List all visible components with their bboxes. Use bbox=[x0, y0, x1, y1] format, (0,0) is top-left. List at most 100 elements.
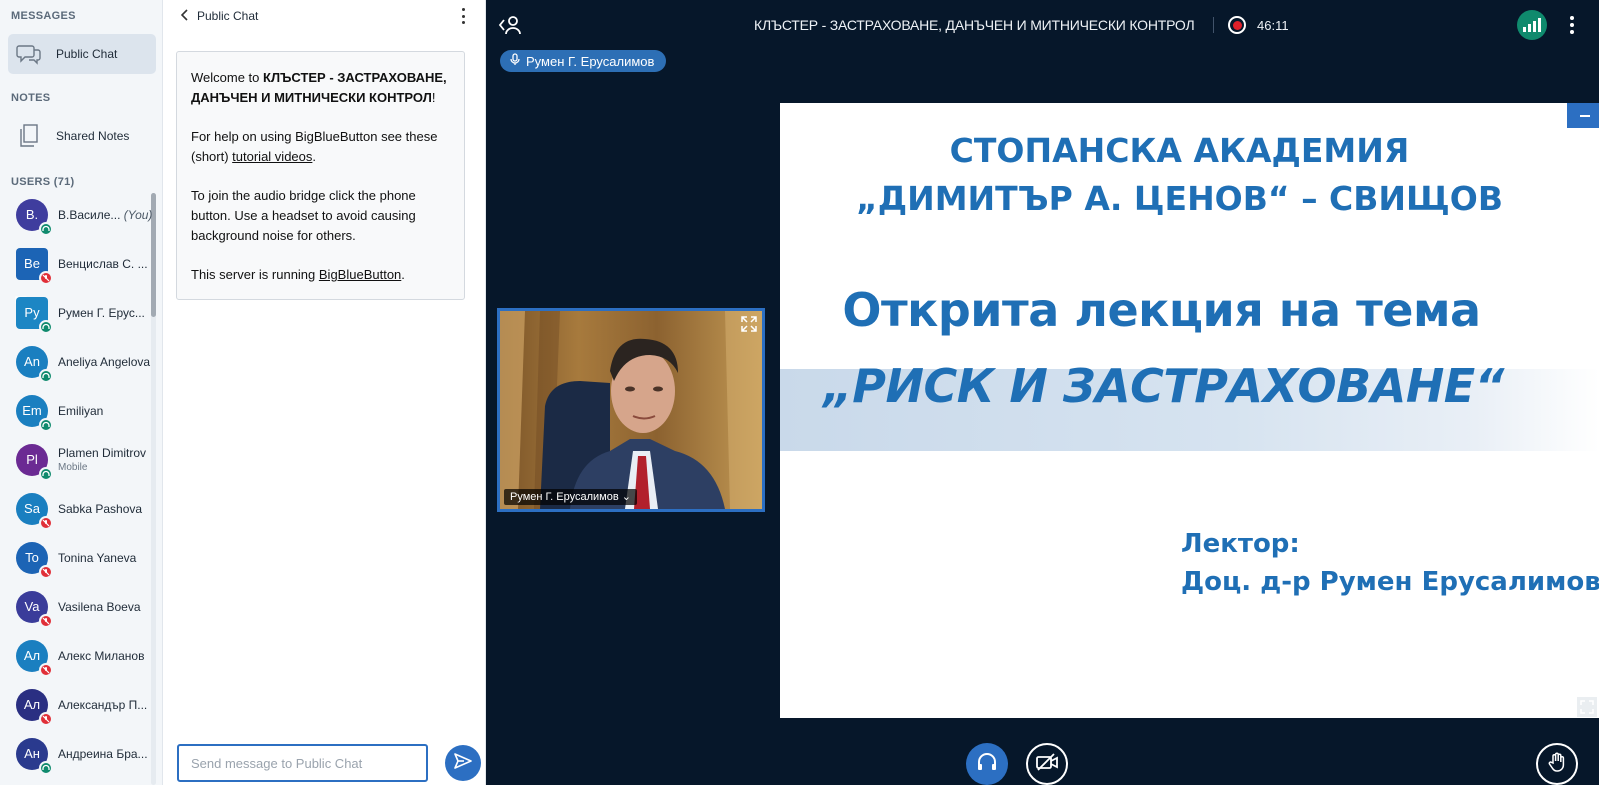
user-avatar: Va bbox=[16, 590, 53, 628]
user-name: Румен Г. Ерус... bbox=[58, 305, 145, 320]
user-avatar: An bbox=[16, 345, 53, 383]
audio-headphones-button[interactable] bbox=[966, 743, 1008, 785]
webcam-user-label[interactable]: Румен Г. Ерусалимов ⌄ bbox=[504, 489, 637, 505]
user-initials: Ал bbox=[23, 697, 41, 712]
user-avatar: Em bbox=[16, 394, 53, 432]
user-meta: Sabka Pashova bbox=[58, 502, 154, 516]
user-initials: Ал bbox=[23, 648, 41, 663]
user-avatar: Pl bbox=[16, 443, 53, 481]
user-list-item[interactable]: Ал Алекс Миланов bbox=[0, 631, 162, 680]
send-message-button[interactable] bbox=[445, 745, 481, 781]
listen-only-icon bbox=[39, 221, 53, 236]
user-meta: Tonina Yaneva bbox=[58, 551, 154, 565]
welcome-message: Welcome to КЛЪСТЕР - ЗАСТРАХОВАНЕ, ДАНЪЧ… bbox=[176, 51, 465, 300]
user-list-item[interactable]: Ан Андреина Бра... bbox=[0, 729, 162, 778]
public-chat-nav-item[interactable]: Public Chat bbox=[8, 34, 156, 74]
tutorial-videos-link[interactable]: tutorial videos bbox=[232, 149, 312, 164]
user-device-label: Mobile bbox=[58, 462, 88, 473]
back-chevron-icon[interactable] bbox=[180, 8, 189, 24]
user-list-item[interactable]: Be Венцислав С. ... bbox=[0, 239, 162, 288]
options-menu-icon[interactable] bbox=[1569, 16, 1575, 34]
user-list-item[interactable]: To Tonina Yaneva bbox=[0, 533, 162, 582]
user-name: Vasilena Boeva bbox=[58, 599, 141, 614]
user-avatar: To bbox=[16, 541, 53, 579]
user-meta: Aneliya Angelova bbox=[58, 355, 154, 369]
user-initials: Em bbox=[22, 403, 42, 418]
fullscreen-icon[interactable] bbox=[1577, 697, 1597, 717]
welcome-line: Welcome to КЛЪСТЕР - ЗАСТРАХОВАНЕ, ДАНЪЧ… bbox=[191, 70, 447, 105]
raise-hand-button[interactable] bbox=[1536, 743, 1578, 785]
user-list-item[interactable]: Va Vasilena Boeva bbox=[0, 582, 162, 631]
talking-indicator[interactable]: Румен Г. Ерусалимов bbox=[500, 50, 667, 72]
video-off-icon bbox=[1036, 752, 1058, 776]
chat-options-icon[interactable] bbox=[461, 8, 465, 24]
listen-only-icon bbox=[39, 760, 53, 775]
user-name: В.Василе... (You) bbox=[58, 207, 153, 222]
top-bar: КЛЪСТЕР - ЗАСТРАХОВАНЕ, ДАНЪЧЕН И МИТНИЧ… bbox=[486, 0, 1599, 50]
user-initials: Pl bbox=[26, 452, 38, 467]
user-list: B. В.Василе... (You) Be Венцислав С. ... Py Р… bbox=[0, 190, 162, 785]
listen-only-icon bbox=[39, 417, 53, 432]
user-list-item[interactable]: Pl Plamen Dimitrov Mobile bbox=[0, 435, 162, 484]
user-avatar: Ал bbox=[16, 639, 53, 677]
listen-only-icon bbox=[39, 319, 53, 334]
server-line: This server is running BigBlueButton. bbox=[191, 267, 405, 282]
user-meta: Александър П... bbox=[58, 698, 154, 712]
minus-icon bbox=[1580, 114, 1590, 117]
bigbluebutton-link[interactable]: BigBlueButton bbox=[319, 267, 401, 282]
recording-indicator-icon[interactable] bbox=[1228, 16, 1246, 34]
user-list-item[interactable]: Py Румен Г. Ерус... bbox=[0, 288, 162, 337]
user-list-item[interactable]: An Aneliya Angelova bbox=[0, 337, 162, 386]
audio-help-line: To join the audio bridge click the phone… bbox=[191, 188, 416, 243]
headphones-icon bbox=[977, 752, 997, 776]
user-list-item[interactable]: Ал Александър П... bbox=[0, 680, 162, 729]
user-name: Plamen Dimitrov bbox=[58, 446, 147, 460]
user-list-item[interactable]: Sa Sabka Pashova bbox=[0, 484, 162, 533]
main-area: КЛЪСТЕР - ЗАСТРАХОВАНЕ, ДАНЪЧЕН И МИТНИЧ… bbox=[486, 0, 1599, 785]
user-avatar: Py bbox=[16, 296, 53, 334]
slide-title-line2: „РИСК И ЗАСТРАХОВАНЕ“ bbox=[823, 359, 1504, 413]
help-line: For help on using BigBlueButton see thes… bbox=[191, 129, 438, 164]
connection-status-button[interactable] bbox=[1517, 10, 1547, 40]
user-initials: Ан bbox=[24, 746, 40, 761]
slide-title-line1: Открита лекция на тема bbox=[842, 283, 1481, 337]
muted-mic-icon bbox=[39, 662, 53, 677]
muted-mic-icon bbox=[39, 515, 53, 530]
topbar-divider bbox=[1213, 17, 1214, 33]
user-name: Emiliyan bbox=[58, 403, 104, 418]
minimize-presentation-button[interactable] bbox=[1567, 103, 1599, 128]
user-initials: Va bbox=[24, 599, 40, 614]
user-meta: Андреина Бра... bbox=[58, 747, 154, 761]
presentation-slide: СТОПАНСКА АКАДЕМИЯ „ДИМИТЪР А. ЦЕНОВ“ – … bbox=[780, 103, 1599, 718]
slide-heading-line2: „ДИМИТЪР А. ЦЕНОВ“ – СВИЩОВ bbox=[856, 179, 1503, 218]
muted-mic-icon bbox=[39, 270, 53, 285]
notes-section-title: NOTES bbox=[11, 92, 51, 104]
chat-message-input[interactable] bbox=[179, 746, 426, 780]
users-section-title: USERS (71) bbox=[11, 176, 75, 188]
user-list-item[interactable]: Em Emiliyan bbox=[0, 386, 162, 435]
talking-user-name: Румен Г. Ерусалимов bbox=[526, 53, 655, 69]
user-meta: Алекс Миланов bbox=[58, 649, 154, 663]
webcam-video[interactable]: Румен Г. Ерусалимов ⌄ bbox=[497, 308, 765, 512]
hand-icon bbox=[1548, 752, 1566, 777]
user-name: Венцислав С. ... bbox=[58, 256, 148, 271]
listen-only-icon bbox=[39, 466, 53, 481]
public-chat-label: Public Chat bbox=[56, 47, 118, 61]
user-initials: Be bbox=[24, 256, 40, 271]
share-webcam-button[interactable] bbox=[1026, 743, 1068, 785]
recording-time: 46:11 bbox=[1257, 18, 1289, 33]
slide-heading-line1: СТОПАНСКА АКАДЕМИЯ bbox=[949, 131, 1410, 170]
user-name: Андреина Бра... bbox=[58, 746, 148, 761]
chat-bubbles-icon bbox=[16, 41, 42, 67]
user-initials: To bbox=[25, 550, 39, 565]
lecturer-name: Доц. д-р Румен Ерусалимов bbox=[1181, 567, 1599, 597]
shared-notes-nav-item[interactable]: Shared Notes bbox=[8, 116, 156, 156]
expand-webcam-icon[interactable] bbox=[740, 315, 758, 333]
you-marker: (You) bbox=[123, 207, 153, 222]
toggle-userlist-icon[interactable] bbox=[498, 14, 522, 36]
user-meta: В.Василе... (You) bbox=[58, 208, 154, 222]
muted-mic-icon bbox=[39, 564, 53, 579]
muted-mic-icon bbox=[39, 711, 53, 726]
shared-notes-label: Shared Notes bbox=[56, 129, 130, 143]
user-list-item[interactable]: B. В.Василе... (You) bbox=[0, 190, 162, 239]
